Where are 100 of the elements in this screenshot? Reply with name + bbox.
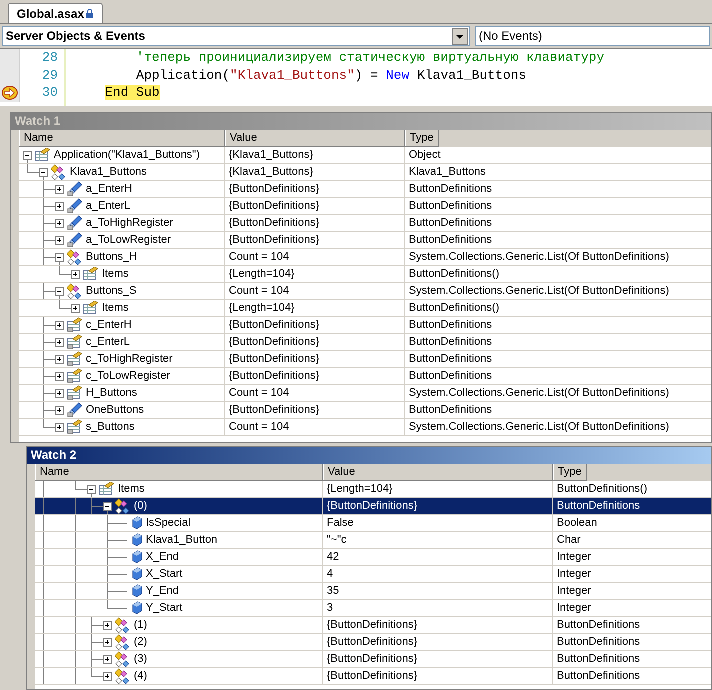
watch-row[interactable]: Items {Length=104} ButtonDefinitions() bbox=[19, 300, 711, 317]
watch-row[interactable]: H_Buttons Count = 104 System.Collections.Generic.List(Of ButtonDefinitions) bbox=[19, 385, 711, 402]
line-number: 28 bbox=[42, 49, 58, 66]
table-icon bbox=[83, 301, 99, 315]
expand-icon[interactable] bbox=[55, 236, 64, 244]
tree-lines-drawing bbox=[43, 634, 104, 650]
collapse-icon[interactable] bbox=[87, 484, 96, 494]
watch-row[interactable]: Items {Length=104} ButtonDefinitions() bbox=[35, 481, 711, 498]
expand-icon[interactable] bbox=[103, 638, 112, 646]
watch-row[interactable]: (3) {ButtonDefinitions} ButtonDefinitions bbox=[35, 651, 711, 668]
diamonds-icon bbox=[115, 498, 131, 514]
variable-name: (2) bbox=[134, 635, 148, 650]
cube-icon bbox=[131, 516, 143, 530]
watch-row[interactable]: c_EnterH {ButtonDefinitions} ButtonDefinitions bbox=[19, 317, 711, 334]
watch-row[interactable]: IsSpecial False Boolean bbox=[35, 515, 711, 532]
cube-icon bbox=[131, 567, 143, 581]
watch-row[interactable]: (1) {ButtonDefinitions} ButtonDefinitions bbox=[35, 617, 711, 634]
collapse-icon[interactable] bbox=[103, 502, 112, 510]
line-number: 29 bbox=[42, 66, 58, 84]
watch-row[interactable]: Application("Klava1_Buttons") {Klava1_Buttons} Object bbox=[19, 147, 711, 164]
code-comment: 'теперь проинициализируем статическую виртуальную клавиатуру bbox=[136, 50, 604, 65]
expand-icon[interactable] bbox=[55, 218, 64, 228]
expand-icon[interactable] bbox=[55, 372, 64, 380]
cube-icon bbox=[131, 601, 143, 615]
event-dropdown[interactable]: (No Events) bbox=[475, 26, 710, 46]
variable-name: X_Start bbox=[146, 567, 183, 582]
code-text: End Sub bbox=[105, 85, 160, 100]
tree-lines-drawing bbox=[43, 368, 56, 384]
field-icon bbox=[67, 181, 83, 197]
expand-icon[interactable] bbox=[103, 654, 112, 664]
collapse-icon[interactable] bbox=[55, 286, 64, 296]
variable-name: s_Buttons bbox=[86, 420, 135, 435]
expand-icon[interactable] bbox=[55, 406, 64, 414]
watch-row[interactable]: Buttons_S Count = 104 System.Collections.Generic.List(Of ButtonDefinitions) bbox=[19, 283, 711, 300]
expand-icon[interactable] bbox=[55, 338, 64, 346]
watch-row[interactable]: (4) {ButtonDefinitions} ButtonDefinitions bbox=[35, 668, 711, 685]
tree-lines-drawing bbox=[43, 215, 56, 231]
collapse-icon[interactable] bbox=[23, 150, 32, 160]
watch-row[interactable]: Klava1_Button "~"c Char bbox=[35, 532, 711, 549]
watch-row[interactable]: Y_Start 3 Integer bbox=[35, 600, 711, 617]
variable-name: (1) bbox=[134, 618, 148, 633]
line-number: 30 bbox=[42, 84, 58, 102]
watch-row[interactable]: X_End 42 Integer bbox=[35, 549, 711, 566]
variable-name: IsSpecial bbox=[146, 516, 191, 531]
watch-row[interactable]: Items {Length=104} ButtonDefinitions() bbox=[19, 266, 711, 283]
diamonds-icon bbox=[115, 651, 131, 667]
value-cell: {ButtonDefinitions} bbox=[323, 668, 553, 685]
expand-icon[interactable] bbox=[71, 304, 80, 312]
watch-row[interactable]: a_ToLowRegister {ButtonDefinitions} ButtonDefinitions bbox=[19, 232, 711, 249]
variable-name: (4) bbox=[134, 669, 148, 684]
watch-row[interactable]: a_EnterH {ButtonDefinitions} ButtonDefinitions bbox=[19, 181, 711, 198]
expand-icon[interactable] bbox=[55, 388, 64, 398]
variable-name: Items bbox=[118, 482, 145, 497]
expand-icon[interactable] bbox=[103, 672, 112, 680]
watch-row[interactable]: s_Buttons Count = 104 System.Collections.Generic.List(Of ButtonDefinitions) bbox=[19, 419, 711, 436]
variable-name: a_EnterL bbox=[86, 199, 131, 214]
expand-icon[interactable] bbox=[55, 320, 64, 330]
watch-row[interactable]: c_ToHighRegister {ButtonDefinitions} ButtonDefinitions bbox=[19, 351, 711, 368]
code-text: ) = bbox=[354, 68, 380, 82]
code-text: "Klava1_Buttons" bbox=[230, 68, 355, 82]
watch-row[interactable]: c_EnterL {ButtonDefinitions} ButtonDefinitions bbox=[19, 334, 711, 351]
expand-icon[interactable] bbox=[55, 202, 64, 210]
tree-lines-drawing bbox=[43, 351, 56, 367]
code-text: New bbox=[386, 68, 410, 82]
file-tab[interactable]: Global.asax bbox=[8, 3, 104, 23]
variable-name: X_End bbox=[146, 550, 180, 565]
watch-row[interactable]: Y_End 35 Integer bbox=[35, 583, 711, 600]
collapse-icon[interactable] bbox=[55, 252, 64, 262]
tree-lines-drawing bbox=[43, 498, 108, 514]
watch-row[interactable]: Buttons_H Count = 104 System.Collections.Generic.List(Of ButtonDefinitions) bbox=[19, 249, 711, 266]
variable-name: a_ToHighRegister bbox=[86, 216, 174, 231]
table-icon bbox=[99, 482, 115, 496]
code-text: Klava1_Buttons bbox=[417, 68, 527, 82]
watch-row[interactable]: a_EnterL {ButtonDefinitions} ButtonDefinitions bbox=[19, 198, 711, 215]
watch-row[interactable]: (0) {ButtonDefinitions} ButtonDefinitions bbox=[35, 498, 711, 515]
expand-icon[interactable] bbox=[55, 184, 64, 194]
diamonds-icon bbox=[51, 164, 67, 180]
watch-row[interactable]: OneButtons {ButtonDefinitions} ButtonDefinitions bbox=[19, 402, 711, 419]
expand-icon[interactable] bbox=[55, 354, 64, 364]
diamonds-icon bbox=[115, 617, 131, 633]
expand-icon[interactable] bbox=[55, 422, 64, 432]
watch-row[interactable]: c_ToLowRegister {ButtonDefinitions} ButtonDefinitions bbox=[19, 368, 711, 385]
expand-icon[interactable] bbox=[103, 620, 112, 630]
variable-name: Application("Klava1_Buttons") bbox=[54, 148, 200, 163]
cube-icon bbox=[131, 533, 143, 547]
table-icon bbox=[35, 148, 51, 162]
tree-lines-drawing bbox=[43, 651, 104, 667]
watch-row[interactable]: (2) {ButtonDefinitions} ButtonDefinitions bbox=[35, 634, 711, 651]
expand-icon[interactable] bbox=[71, 270, 80, 278]
tree-lines-drawing bbox=[43, 481, 92, 497]
watch-row[interactable]: a_ToHighRegister {ButtonDefinitions} ButtonDefinitions bbox=[19, 215, 711, 232]
watch-row[interactable]: Klava1_Buttons {Klava1_Buttons} Klava1_Buttons bbox=[19, 164, 711, 181]
variable-name: c_ToHighRegister bbox=[86, 352, 173, 367]
collapse-icon[interactable] bbox=[39, 168, 48, 176]
variable-name: a_EnterH bbox=[86, 182, 132, 197]
object-dropdown[interactable]: Server Objects & Events bbox=[2, 26, 470, 46]
panel-title-bar: Watch 1 bbox=[11, 113, 711, 130]
variable-name: Y_End bbox=[146, 584, 180, 599]
table-icon bbox=[67, 385, 83, 401]
watch-row[interactable]: X_Start 4 Integer bbox=[35, 566, 711, 583]
